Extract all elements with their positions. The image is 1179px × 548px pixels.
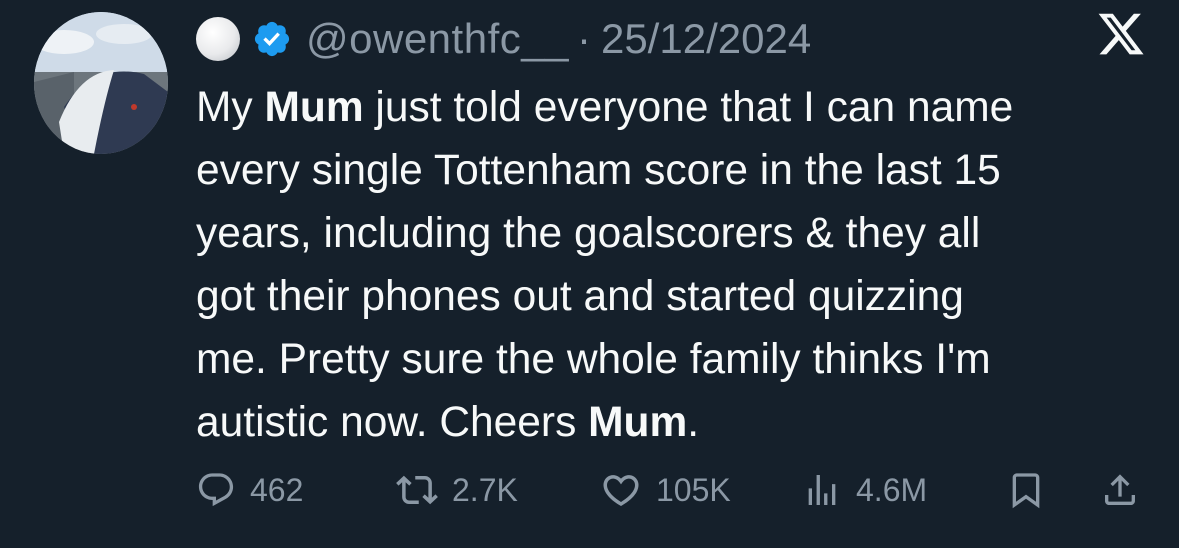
tweet-text-bold-segment: Mum (264, 84, 364, 131)
views-button[interactable]: 4.6M (802, 462, 927, 518)
share-icon (1105, 474, 1135, 505)
like-button[interactable]: 105K (600, 462, 731, 518)
separator-dot: · (576, 15, 591, 62)
reply-button[interactable]: 462 (196, 462, 303, 518)
user-handle[interactable]: @owenthfc__ (306, 15, 569, 63)
repost-count: 2.7K (452, 471, 518, 508)
tweet-date[interactable]: 25/12/2024 (601, 15, 811, 63)
heart-icon (603, 475, 639, 507)
repost-icon (396, 475, 438, 505)
tweet-text-bold-segment: Mum (588, 399, 688, 446)
tweet-text: My Mum just told everyone that I can nam… (196, 76, 1156, 454)
like-count: 105K (656, 471, 731, 508)
tweet-card: @owenthfc__ · 25/12/2024 My Mum just tol… (0, 0, 1179, 548)
x-logo (1098, 13, 1144, 55)
tweet-text-segment: . (687, 399, 700, 446)
tweet-text-segment: My (196, 84, 265, 131)
views-count: 4.6M (856, 471, 928, 508)
repost-button[interactable]: 2.7K (396, 462, 518, 518)
views-icon (808, 475, 836, 505)
tweet-text-segment: just told everyone that I can name every… (196, 84, 1014, 446)
share-button[interactable] (1100, 462, 1140, 518)
action-bar: 462 2.7K 105K 4.6M (196, 462, 1156, 518)
verified-badge-icon (254, 21, 290, 57)
bookmark-button[interactable] (1006, 462, 1046, 518)
reply-icon (198, 473, 234, 507)
bookmark-icon (1012, 473, 1040, 509)
reply-count: 462 (250, 471, 304, 508)
white-circle-emoji[interactable] (196, 17, 240, 61)
tweet-header: @owenthfc__ · 25/12/2024 (196, 4, 811, 74)
avatar[interactable] (34, 12, 168, 154)
